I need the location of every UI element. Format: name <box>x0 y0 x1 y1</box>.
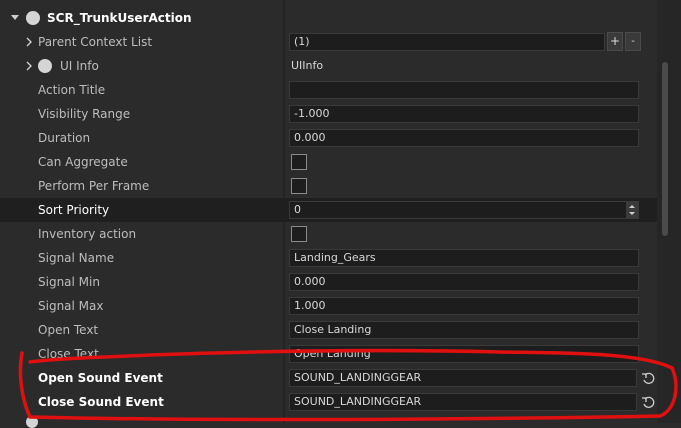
property-row-can-aggregate[interactable]: Can Aggregate <box>0 150 657 174</box>
property-row-perform-per-frame[interactable]: Perform Per Frame <box>0 174 657 198</box>
component-title: SCR_TrunkUserAction <box>47 11 192 25</box>
property-label: Visibility Range <box>38 107 131 121</box>
property-label: Action Title <box>38 83 106 97</box>
signal-name-input[interactable]: Landing_Gears <box>289 249 639 267</box>
property-row-action-title[interactable]: Action Title <box>0 78 657 102</box>
perform-per-frame-checkbox[interactable] <box>291 178 307 194</box>
property-row-inventory-action[interactable]: Inventory action <box>0 222 657 246</box>
open-text-input[interactable]: Close Landing <box>289 321 639 339</box>
reset-icon[interactable] <box>641 371 655 385</box>
property-label: Open Text <box>38 323 99 337</box>
ui-info-icon <box>38 59 52 73</box>
spinner-arrows-icon[interactable] <box>626 202 638 218</box>
property-label: Sort Priority <box>38 203 110 217</box>
property-label: Signal Max <box>38 299 104 313</box>
scrollbar-track[interactable] <box>657 0 681 423</box>
close-sound-event-input[interactable]: SOUND_LANDINGGEAR <box>289 393 637 411</box>
add-item-button[interactable]: + <box>607 32 623 51</box>
property-label: Close Text <box>38 347 99 361</box>
property-row-signal-min[interactable]: Signal Min 0.000 <box>0 270 657 294</box>
properties-panel: SCR_TrunkUserAction Parent Context List … <box>0 0 681 428</box>
next-item-icon <box>26 416 38 428</box>
property-row-ui-info[interactable]: UI Info UIInfo <box>0 54 657 78</box>
property-label: Inventory action <box>38 227 137 241</box>
property-row-duration[interactable]: Duration 0.000 <box>0 126 657 150</box>
component-header[interactable]: SCR_TrunkUserAction <box>0 6 657 30</box>
close-text-input[interactable]: Open Landing <box>289 345 639 363</box>
property-label: Perform Per Frame <box>38 179 150 193</box>
signal-min-input[interactable]: 0.000 <box>289 273 639 291</box>
inventory-action-checkbox[interactable] <box>291 226 307 242</box>
parent-context-list-value[interactable]: (1) <box>289 33 605 51</box>
signal-max-input[interactable]: 1.000 <box>289 297 639 315</box>
duration-input[interactable]: 0.000 <box>289 129 639 147</box>
property-label: Close Sound Event <box>38 395 164 409</box>
reset-icon[interactable] <box>641 395 655 409</box>
can-aggregate-checkbox[interactable] <box>291 154 307 170</box>
property-row-sort-priority[interactable]: Sort Priority 0 <box>0 198 657 222</box>
property-row-close-sound-event[interactable]: Close Sound Event SOUND_LANDINGGEAR <box>0 390 657 414</box>
property-row-signal-max[interactable]: Signal Max 1.000 <box>0 294 657 318</box>
property-label: Duration <box>38 131 91 145</box>
property-label: Can Aggregate <box>38 155 128 169</box>
property-label: Signal Min <box>38 275 100 289</box>
chevron-down-icon[interactable] <box>10 14 20 22</box>
sort-priority-input[interactable]: 0 <box>289 201 639 219</box>
property-row-open-sound-event[interactable]: Open Sound Event SOUND_LANDINGGEAR <box>0 366 657 390</box>
property-row-signal-name[interactable]: Signal Name Landing_Gears <box>0 246 657 270</box>
property-label: UI Info <box>60 59 99 73</box>
property-label: Open Sound Event <box>38 371 163 385</box>
component-icon <box>26 11 40 25</box>
property-row-close-text[interactable]: Close Text Open Landing <box>0 342 657 366</box>
scrollbar-thumb[interactable] <box>662 62 668 236</box>
visibility-range-input[interactable]: -1.000 <box>289 105 639 123</box>
action-title-input[interactable] <box>289 81 639 99</box>
property-row-visibility-range[interactable]: Visibility Range -1.000 <box>0 102 657 126</box>
chevron-right-icon[interactable] <box>24 60 34 72</box>
ui-info-value: UIInfo <box>291 59 324 72</box>
open-sound-event-input[interactable]: SOUND_LANDINGGEAR <box>289 369 637 387</box>
property-row-open-text[interactable]: Open Text Close Landing <box>0 318 657 342</box>
remove-item-button[interactable]: - <box>625 32 641 51</box>
property-label: Signal Name <box>38 251 115 265</box>
property-row-parent-context-list[interactable]: Parent Context List (1) + - <box>0 30 657 54</box>
chevron-right-icon[interactable] <box>24 36 34 48</box>
property-label: Parent Context List <box>38 35 153 49</box>
